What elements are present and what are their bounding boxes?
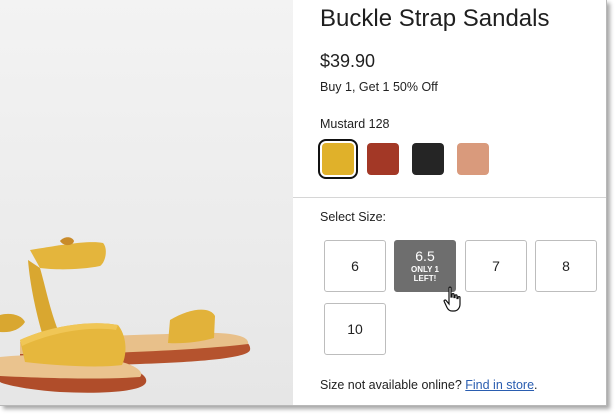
size-label: Select Size:: [320, 210, 387, 224]
product-details: Buckle Strap Sandals $39.90 Buy 1, Get 1…: [293, 0, 606, 405]
product-price: $39.90: [320, 51, 376, 71]
size-value: 7: [492, 258, 500, 274]
store-period: .: [534, 378, 538, 392]
size-option-7[interactable]: 7: [465, 240, 527, 292]
low-stock-note: ONLY 1 LEFT!: [410, 264, 439, 283]
hand-cursor-icon: [443, 286, 461, 312]
size-option-8[interactable]: 8: [535, 240, 597, 292]
store-availability: Size not available online? Find in store…: [320, 378, 538, 392]
store-text: Size not available online?: [320, 378, 462, 392]
size-option-6[interactable]: 6: [324, 240, 386, 292]
find-in-store-link[interactable]: Find in store: [465, 378, 534, 392]
size-option-6-5[interactable]: 6.5 ONLY 1 LEFT!: [394, 240, 456, 292]
section-divider: [293, 197, 606, 198]
size-value: 6.5: [415, 247, 435, 264]
swatch-black[interactable]: [412, 143, 444, 175]
swatch-blush[interactable]: [457, 143, 489, 175]
size-value: 10: [347, 321, 363, 337]
swatch-mustard[interactable]: [318, 139, 358, 179]
product-title: Buckle Strap Sandals: [320, 5, 550, 32]
promo-text: Buy 1, Get 1 50% Off: [320, 80, 438, 94]
size-option-10[interactable]: 10: [324, 303, 386, 355]
product-image: [0, 0, 293, 405]
product-page: Buckle Strap Sandals $39.90 Buy 1, Get 1…: [0, 0, 607, 406]
swatch-rust[interactable]: [367, 143, 399, 175]
size-value: 6: [351, 258, 359, 274]
size-value: 8: [562, 258, 570, 274]
selected-color-label: Mustard 128: [320, 117, 390, 131]
sandal-illustration: [0, 237, 251, 393]
